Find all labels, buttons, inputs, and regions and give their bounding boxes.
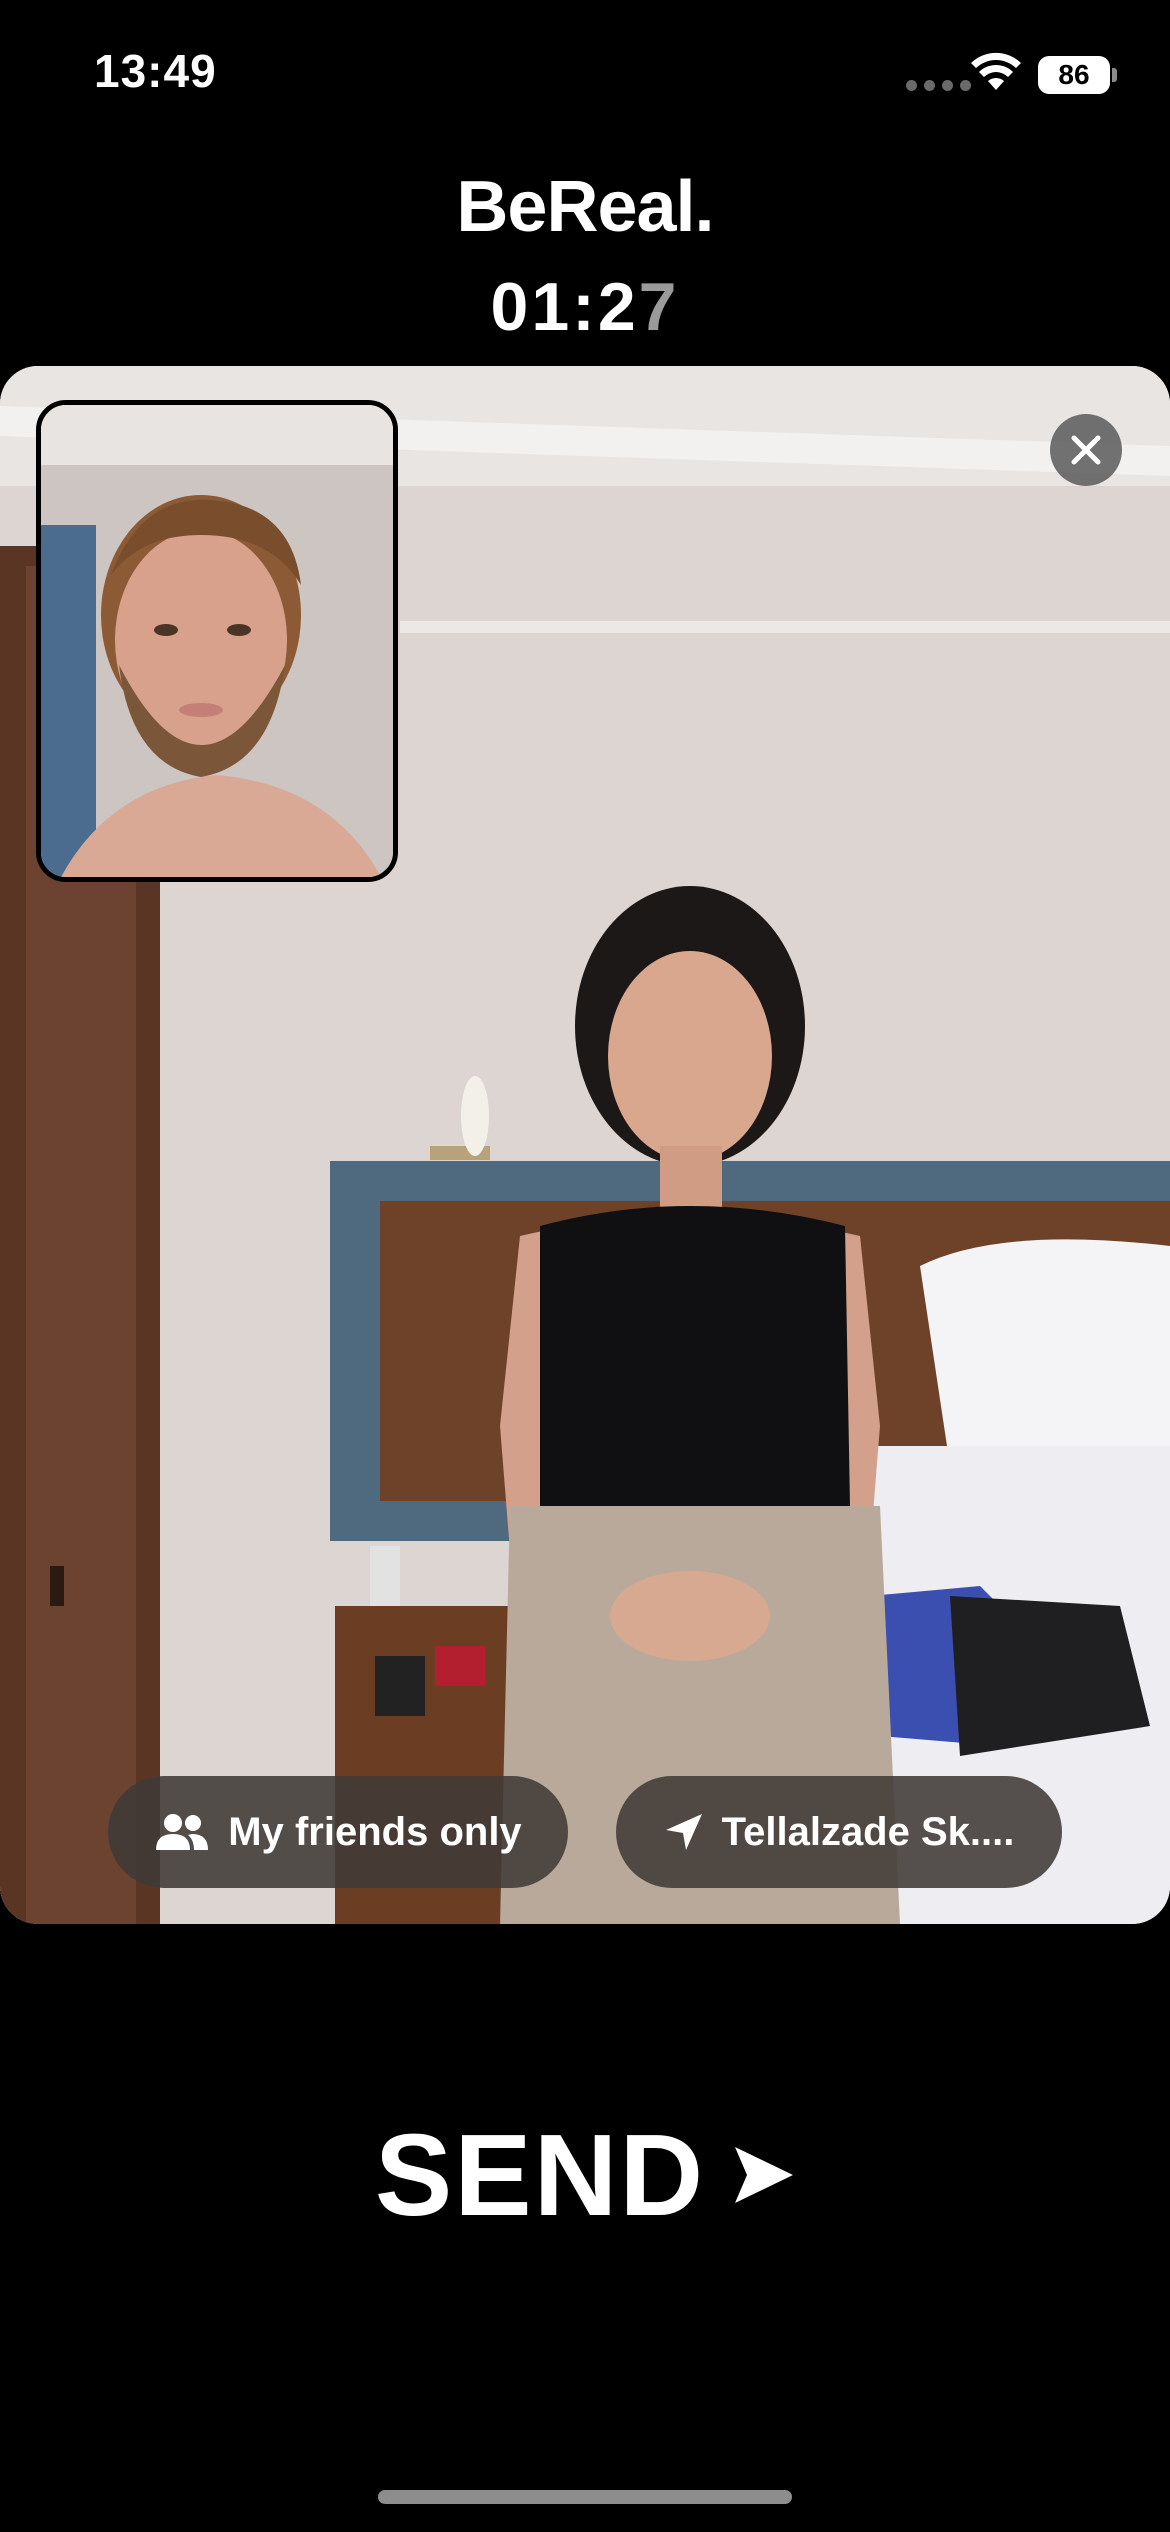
selfie-scene (41, 405, 393, 877)
send-button[interactable]: SEND (0, 2108, 1170, 2242)
status-time: 13:49 (94, 45, 217, 97)
people-icon (156, 1814, 209, 1850)
close-button[interactable] (1050, 414, 1122, 486)
audience-label: My friends only (228, 1809, 522, 1854)
countdown-timer: 01:27 (0, 268, 1170, 346)
timer-last-digit: 7 (638, 269, 680, 345)
cellular-signal-icon (906, 80, 971, 91)
close-icon (1071, 435, 1101, 465)
home-indicator (378, 2490, 792, 2504)
battery-nub (1112, 68, 1117, 82)
wifi-icon (971, 52, 1021, 90)
front-camera-photo[interactable] (36, 400, 398, 882)
location-label: Tellalzade Sk.... (721, 1809, 1015, 1854)
timer-main: 01:2 (490, 269, 639, 345)
audience-selector-button[interactable]: My friends only (108, 1776, 568, 1888)
send-label: SEND (374, 2110, 706, 2240)
location-selector-button[interactable]: Tellalzade Sk.... (616, 1776, 1062, 1888)
send-arrow-icon (735, 2147, 794, 2203)
app-title: BeReal. (456, 167, 714, 247)
bereal-post-screen: 13:49 86 BeReal. 01:27 My friends only T… (0, 0, 1170, 2532)
location-arrow-icon (665, 1814, 702, 1850)
battery-icon: 86 (1038, 56, 1110, 94)
